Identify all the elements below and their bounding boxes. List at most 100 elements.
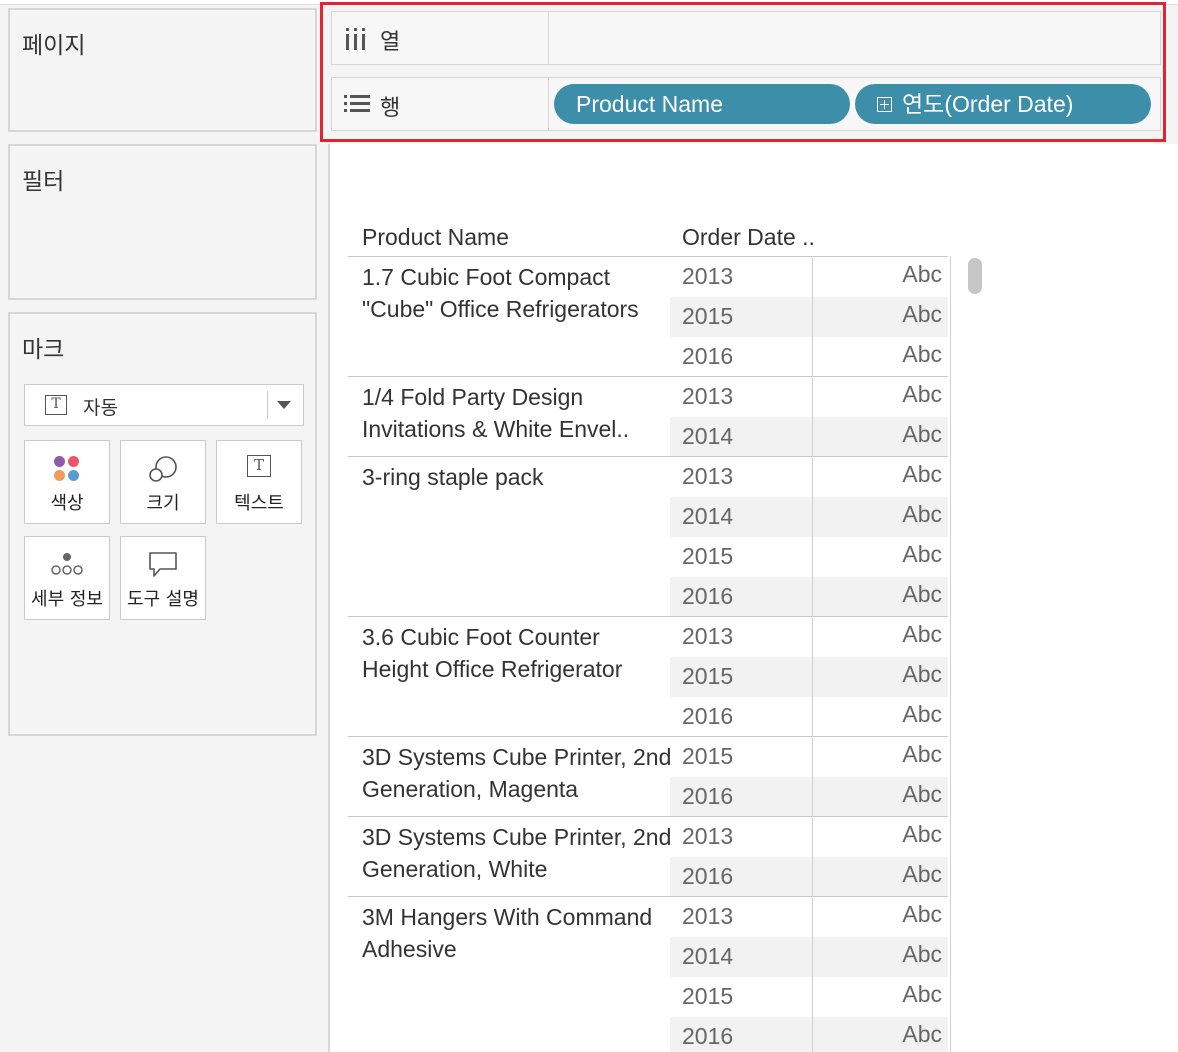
filters-title: 필터 xyxy=(22,169,65,195)
product-group: 3.6 Cubic Foot Counter Height Office Ref… xyxy=(348,616,948,737)
year-cell: 2015 xyxy=(682,303,734,329)
abc-cell: Abc xyxy=(902,621,942,647)
header-order-date[interactable]: Order Date .. xyxy=(682,224,815,251)
year-cell: 2016 xyxy=(682,1023,734,1049)
year-cell: 2013 xyxy=(682,623,734,649)
table-row[interactable]: 2016 Abc xyxy=(670,577,948,617)
order-date-pill-label: 연도(Order Date) xyxy=(902,91,1074,117)
product-name-cell[interactable]: 1/4 Fold Party Design Invitations & Whit… xyxy=(362,381,672,445)
year-cell: 2014 xyxy=(682,423,734,449)
pages-panel[interactable]: 페이지 xyxy=(8,8,317,132)
text-icon: T xyxy=(247,455,271,477)
text-button[interactable]: T 텍스트 xyxy=(216,440,302,524)
table-row[interactable]: 2016 Abc xyxy=(670,337,948,377)
size-button[interactable]: 크기 xyxy=(120,440,206,524)
table-row[interactable]: 2016 Abc xyxy=(670,1017,948,1052)
size-label: 크기 xyxy=(146,493,180,514)
color-icon xyxy=(53,455,81,483)
abc-cell: Abc xyxy=(902,261,942,287)
abc-cell: Abc xyxy=(902,901,942,927)
product-group: 1/4 Fold Party Design Invitations & Whit… xyxy=(348,376,948,457)
marks-title: 마크 xyxy=(22,337,65,363)
abc-cell: Abc xyxy=(902,381,942,407)
expand-plus-icon[interactable] xyxy=(877,97,892,112)
order-date-year-pill[interactable]: 연도(Order Date) xyxy=(855,84,1151,124)
dropdown-separator xyxy=(267,391,268,419)
detail-icon xyxy=(50,551,84,582)
year-cell: 2013 xyxy=(682,383,734,409)
product-name-pill-label: Product Name xyxy=(576,91,724,117)
product-name-cell[interactable]: 3M Hangers With Command Adhesive xyxy=(362,901,672,965)
abc-cell: Abc xyxy=(902,701,942,727)
table-row[interactable]: 2016 Abc xyxy=(670,857,948,897)
table-row[interactable]: 2016 Abc xyxy=(670,777,948,817)
header-product-name[interactable]: Product Name xyxy=(362,224,509,251)
pages-title: 페이지 xyxy=(22,33,86,59)
vertical-scrollbar[interactable] xyxy=(968,258,982,294)
table-row[interactable]: 2014 Abc xyxy=(670,417,948,457)
year-cell: 2015 xyxy=(682,543,734,569)
abc-cell: Abc xyxy=(902,1021,942,1047)
tooltip-button[interactable]: 도구 설명 xyxy=(120,536,206,620)
size-icon xyxy=(147,455,179,490)
table-row[interactable]: 2015 Abc xyxy=(670,537,948,577)
filters-panel[interactable]: 필터 xyxy=(8,144,317,300)
rows-icon xyxy=(344,94,370,119)
abc-cell: Abc xyxy=(902,981,942,1007)
table-row[interactable]: 2015 Abc xyxy=(670,657,948,697)
shelves-highlight: 열 행 Product Name 연도(Order Date) xyxy=(320,2,1166,142)
table-row[interactable]: 2016 Abc xyxy=(670,697,948,737)
text-label: 텍스트 xyxy=(234,493,284,514)
product-name-cell[interactable]: 1.7 Cubic Foot Compact "Cube" Office Ref… xyxy=(362,261,672,325)
tooltip-icon xyxy=(148,551,178,584)
year-cell: 2016 xyxy=(682,863,734,889)
table-row[interactable]: 2013 Abc xyxy=(670,897,948,937)
table-row[interactable]: 2014 Abc xyxy=(670,937,948,977)
columns-label: 열 xyxy=(380,30,401,55)
rows-shelf[interactable]: 행 Product Name 연도(Order Date) xyxy=(331,77,1161,131)
detail-label: 세부 정보 xyxy=(31,589,103,610)
table-row[interactable]: 2013 Abc xyxy=(670,457,948,497)
table-row[interactable]: 2013 Abc xyxy=(670,377,948,417)
year-cell: 2013 xyxy=(682,903,734,929)
abc-cell: Abc xyxy=(902,421,942,447)
product-name-cell[interactable]: 3-ring staple pack xyxy=(362,461,672,493)
detail-button[interactable]: 세부 정보 xyxy=(24,536,110,620)
year-cell: 2015 xyxy=(682,983,734,1009)
product-group: 3D Systems Cube Printer, 2nd Generation,… xyxy=(348,736,948,817)
column-divider xyxy=(812,256,813,1052)
product-group: 3-ring staple pack 2013 Abc 2014 Abc 2015 Abc 2… xyxy=(348,456,948,617)
year-cell: 2013 xyxy=(682,463,734,489)
product-name-cell[interactable]: 3D Systems Cube Printer, 2nd Generation,… xyxy=(362,821,672,885)
tooltip-label: 도구 설명 xyxy=(127,589,199,610)
table-row[interactable]: 2013 Abc xyxy=(670,257,948,297)
mark-type-dropdown[interactable]: T 자동 xyxy=(24,384,304,426)
abc-cell: Abc xyxy=(902,741,942,767)
table-row[interactable]: 2014 Abc xyxy=(670,497,948,537)
abc-cell: Abc xyxy=(902,501,942,527)
mark-type-label: 자동 xyxy=(83,397,118,419)
table-row[interactable]: 2013 Abc xyxy=(670,817,948,857)
year-cell: 2016 xyxy=(682,703,734,729)
product-name-pill[interactable]: Product Name xyxy=(554,84,850,124)
text-type-icon: T xyxy=(45,395,67,415)
table-row[interactable]: 2015 Abc xyxy=(670,297,948,337)
table-row[interactable]: 2015 Abc xyxy=(670,977,948,1017)
product-group: 3D Systems Cube Printer, 2nd Generation,… xyxy=(348,816,948,897)
product-name-cell[interactable]: 3D Systems Cube Printer, 2nd Generation,… xyxy=(362,741,672,805)
year-cell: 2013 xyxy=(682,823,734,849)
year-cell: 2015 xyxy=(682,743,734,769)
year-cell: 2016 xyxy=(682,783,734,809)
columns-icon xyxy=(344,28,368,55)
color-button[interactable]: 색상 xyxy=(24,440,110,524)
product-name-cell[interactable]: 3.6 Cubic Foot Counter Height Office Ref… xyxy=(362,621,672,685)
worksheet-view[interactable]: Product Name Order Date .. 1.7 Cubic Foo… xyxy=(328,144,1178,1052)
abc-cell: Abc xyxy=(902,341,942,367)
columns-shelf[interactable]: 열 xyxy=(331,11,1161,65)
year-cell: 2014 xyxy=(682,943,734,969)
table-row[interactable]: 2015 Abc xyxy=(670,737,948,777)
table-row[interactable]: 2013 Abc xyxy=(670,617,948,657)
abc-cell: Abc xyxy=(902,861,942,887)
chevron-down-icon[interactable] xyxy=(277,401,291,409)
abc-cell: Abc xyxy=(902,461,942,487)
